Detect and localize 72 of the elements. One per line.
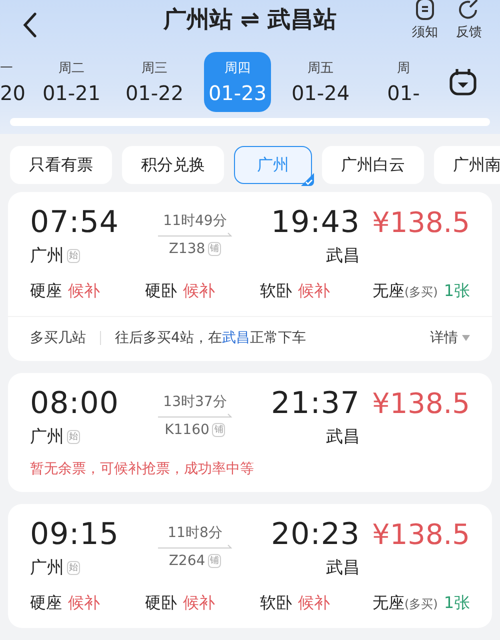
arrival-time: 20:23 <box>271 518 360 552</box>
duration-label: 11时8分 <box>168 524 222 542</box>
filter-chip[interactable]: 只看有票 <box>10 146 112 184</box>
date-label: 01- <box>387 81 420 105</box>
seat-availability: 硬座 候补 <box>30 593 101 614</box>
date-tab[interactable]: 一 20 <box>0 52 30 112</box>
duration-label: 13时37分 <box>163 393 227 411</box>
departure-station: 广州 <box>30 557 64 579</box>
extra-stops-text: 往后多买4站，在武昌正常下车 <box>115 329 306 347</box>
arrival-station: 武昌 <box>326 426 360 448</box>
origin-tag: 始 <box>67 248 80 262</box>
arrival-station: 武昌 <box>326 557 360 579</box>
seat-availability: 无座(多买) 1张 <box>371 593 470 614</box>
arrival-station: 武昌 <box>326 245 360 267</box>
date-tab[interactable]: 周 01- <box>370 52 428 112</box>
train-number: Z264 <box>168 553 206 569</box>
filter-chip[interactable]: 积分兑换 <box>122 146 224 184</box>
seat-availability: 硬座 候补 <box>30 281 101 302</box>
calendar-icon[interactable] <box>448 67 478 97</box>
departure-time: 07:54 <box>30 206 120 240</box>
origin-tag: 始 <box>67 430 80 444</box>
date-label: 01-22 <box>125 81 184 105</box>
station-link[interactable]: 武昌 <box>222 330 250 346</box>
weekday-label: 周二 <box>58 60 84 77</box>
header-action-button[interactable]: 须知 <box>412 0 438 41</box>
train-card[interactable]: 09:15 广州 始 11时8分 Z264 铺 20:23 武昌 ¥138.5 硬座 候补 硬卧 候补 软卧 候补 无座(多买) 1张 <box>8 504 492 628</box>
date-label: 20 <box>0 81 26 105</box>
ticket-price: ¥138.5 <box>372 206 470 240</box>
ticket-price: ¥138.5 <box>372 387 470 421</box>
seat-availability: 硬卧 候补 <box>145 593 216 614</box>
date-tab[interactable]: 周三 01-22 <box>121 52 188 112</box>
berth-tag: 铺 <box>208 554 222 568</box>
departure-station: 广州 <box>30 426 64 448</box>
weekday-label: 一 <box>0 60 13 77</box>
notice-icon <box>413 0 437 21</box>
date-tab[interactable]: 周二 01-21 <box>38 52 105 112</box>
seat-availability: 无座(多买) 1张 <box>371 281 470 302</box>
route-title: 广州站 ⇌ 武昌站 <box>163 7 337 33</box>
train-number: K1160 <box>164 422 210 438</box>
details-button[interactable]: 详情 <box>430 329 470 347</box>
departure-time: 08:00 <box>30 387 120 421</box>
caret-icon <box>462 335 470 341</box>
duration-label: 11时49分 <box>163 212 227 230</box>
filter-chip[interactable]: 广州白云 <box>322 146 424 184</box>
weekday-label: 周四 <box>224 60 250 77</box>
origin-tag: 始 <box>67 560 80 574</box>
train-number: Z138 <box>168 241 206 257</box>
train-card[interactable]: 07:54 广州 始 11时49分 Z138 铺 19:43 武昌 ¥138.5 硬座 候补 硬卧 候补 软卧 候补 无座(多买) 1张 多买几站 往后多买4站，在武昌正常下车 详情 <box>8 192 492 361</box>
date-label: 01-24 <box>291 81 350 105</box>
date-label: 01-23 <box>208 81 267 105</box>
berth-tag: 铺 <box>212 423 226 437</box>
train-card[interactable]: 08:00 广州 始 13时37分 K1160 铺 21:37 武昌 ¥138.5 暂无余票，可候补抢票，成功率中等 <box>8 373 492 492</box>
ticket-price: ¥138.5 <box>372 518 470 552</box>
arrival-time: 19:43 <box>271 206 360 240</box>
back-icon[interactable] <box>22 11 38 39</box>
weekday-label: 周 <box>397 60 410 77</box>
waitlist-notice: 暂无余票，可候补抢票，成功率中等 <box>30 460 255 479</box>
seat-availability: 软卧 候补 <box>260 281 331 302</box>
berth-tag: 铺 <box>208 242 222 256</box>
arrival-time: 21:37 <box>271 387 360 421</box>
departure-time: 09:15 <box>30 518 120 552</box>
departure-station: 广州 <box>30 245 64 267</box>
date-tab[interactable]: 周五 01-24 <box>287 52 354 112</box>
date-label: 01-21 <box>42 81 101 105</box>
filter-chip[interactable]: 广州南 <box>434 146 500 184</box>
weekday-label: 周五 <box>308 60 334 77</box>
header-action-button[interactable]: 反馈 <box>456 0 482 41</box>
seat-availability: 硬卧 候补 <box>145 281 216 302</box>
check-icon <box>301 173 314 186</box>
weekday-label: 周三 <box>142 60 168 77</box>
extra-stops-label: 多买几站 <box>30 329 86 347</box>
seat-availability: 软卧 候补 <box>260 593 331 614</box>
